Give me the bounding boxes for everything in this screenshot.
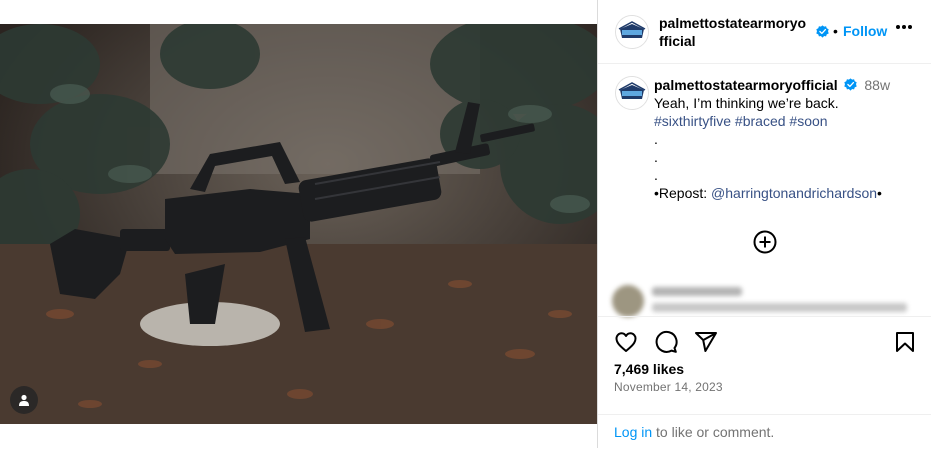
top-white-bar — [0, 0, 597, 24]
hashtag-link[interactable]: #sixthirtyfive — [654, 113, 731, 129]
share-icon[interactable] — [694, 330, 718, 354]
post-header: palmettostatearmoryo fficial • Follow — [598, 0, 931, 64]
repost-prefix: •Repost: — [654, 185, 712, 201]
mention-link[interactable]: @harringtonandrichardson — [711, 185, 877, 201]
hashtag-link[interactable]: #braced — [735, 113, 786, 129]
rifle-photo — [0, 24, 597, 424]
login-link[interactable]: Log in — [614, 424, 652, 440]
login-rest-text: to like or comment. — [652, 424, 775, 440]
caption-dot: . — [654, 131, 658, 147]
caption-dot: . — [654, 167, 658, 183]
more-options-icon[interactable] — [895, 24, 913, 30]
bottom-white-bar — [0, 424, 597, 448]
header-username[interactable]: palmettostatearmoryo fficial — [659, 14, 806, 50]
follow-button[interactable]: Follow — [843, 23, 887, 39]
verified-badge-icon — [816, 25, 829, 38]
psa-logo-icon — [616, 77, 648, 109]
repost-suffix: • — [877, 185, 882, 201]
verified-badge-icon — [843, 78, 857, 91]
comment-icon[interactable] — [654, 330, 678, 354]
action-bar — [598, 316, 931, 365]
post-date[interactable]: November 14, 2023 — [614, 380, 723, 394]
post-sidebar: palmettostatearmoryo fficial • Follow pa… — [597, 0, 931, 448]
like-count[interactable]: 7,469 likes — [614, 361, 684, 377]
add-comment-icon[interactable] — [753, 230, 777, 254]
dot-separator: • — [833, 23, 838, 39]
login-prompt: Log in to like or comment. — [598, 414, 931, 449]
post-image[interactable] — [0, 24, 597, 424]
profile-avatar[interactable] — [615, 15, 649, 49]
hashtag-link[interactable]: #soon — [789, 113, 827, 129]
caption-dot: . — [654, 149, 658, 165]
header-username-line2[interactable]: fficial — [659, 32, 806, 50]
header-username-line1[interactable]: palmettostatearmoryo — [659, 14, 806, 32]
caption: palmettostatearmoryofficial 88w Yeah, I’… — [654, 76, 924, 202]
bookmark-icon[interactable] — [893, 330, 917, 354]
caption-line: Yeah, I’m thinking we’re back. — [654, 95, 839, 111]
heart-icon[interactable] — [614, 330, 638, 354]
psa-logo-icon — [616, 16, 648, 48]
caption-avatar[interactable] — [615, 76, 649, 110]
post-time[interactable]: 88w — [864, 77, 890, 93]
user-tag-icon[interactable] — [10, 386, 38, 414]
caption-username[interactable]: palmettostatearmoryofficial — [654, 77, 838, 93]
blurred-comment — [612, 283, 930, 319]
